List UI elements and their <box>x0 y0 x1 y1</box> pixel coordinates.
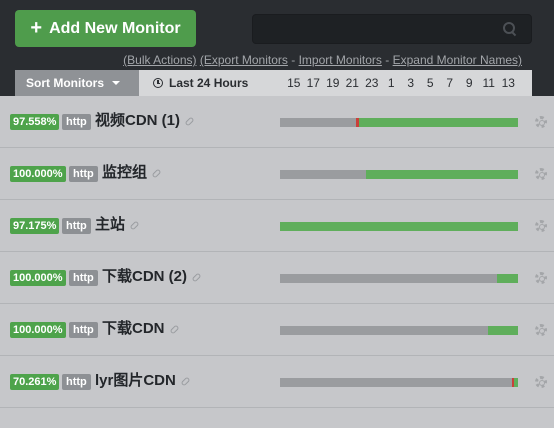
uptime-bar[interactable] <box>280 378 518 387</box>
expand-monitor-names-link[interactable]: Expand Monitor Names) <box>393 53 522 67</box>
hour-label: 9 <box>465 76 473 90</box>
hour-label: 15 <box>287 76 301 90</box>
search-input[interactable] <box>253 15 531 43</box>
monitor-row[interactable]: 70.261% http lyr图片CDN <box>0 356 554 408</box>
uptime-badge: 97.175% <box>10 218 60 234</box>
search-box[interactable] <box>252 14 532 44</box>
uptime-segment-up <box>280 222 518 231</box>
hour-label: 21 <box>345 76 359 90</box>
chevron-down-icon <box>112 81 120 85</box>
sort-monitors-dropdown[interactable]: Sort Monitors <box>15 70 139 96</box>
uptime-badge: 100.000% <box>10 166 66 182</box>
uptime-badge: 100.000% <box>10 270 66 286</box>
export-monitors-link[interactable]: (Export Monitors <box>200 53 288 67</box>
monitor-row[interactable]: 100.000% http 下载CDN <box>0 304 554 356</box>
monitor-name: 下载CDN (2) <box>102 268 187 285</box>
uptime-segment-paused <box>280 378 513 387</box>
uptime-segment-up <box>365 170 518 179</box>
uptime-segment-paused <box>280 274 497 283</box>
uptime-bar[interactable] <box>280 274 518 283</box>
hour-label: 23 <box>365 76 379 90</box>
monitor-name: 下载CDN <box>102 320 165 337</box>
monitor-name: lyr图片CDN <box>95 372 176 389</box>
bulk-actions-link[interactable]: (Bulk Actions) <box>123 53 196 67</box>
gear-icon[interactable] <box>535 272 547 284</box>
link-icon[interactable] <box>181 376 190 385</box>
monitor-name: 主站 <box>95 216 126 233</box>
monitor-name-link[interactable]: 监控组 <box>102 163 161 183</box>
time-range: Last 24 Hours <box>153 70 248 96</box>
monitor-name-link[interactable]: lyr图片CDN <box>95 371 190 391</box>
gear-icon[interactable] <box>535 376 547 388</box>
time-range-label: Last 24 Hours <box>169 76 249 90</box>
monitor-type-badge: http <box>62 374 91 390</box>
hour-axis: 15 17 19 21 23 1 3 5 7 9 11 13 <box>284 70 518 96</box>
monitor-name: 视频CDN (1) <box>95 112 180 129</box>
monitor-actions-links: (Bulk Actions) (Export Monitors - Import… <box>123 53 522 67</box>
hour-label: 1 <box>387 76 395 90</box>
hour-label: 17 <box>306 76 320 90</box>
gear-icon[interactable] <box>535 168 547 180</box>
monitor-row[interactable]: 97.175% http 主站 <box>0 200 554 252</box>
monitor-name: 监控组 <box>102 164 148 181</box>
uptime-bar[interactable] <box>280 118 518 127</box>
uptime-segment-up <box>496 274 518 283</box>
gear-icon[interactable] <box>535 324 547 336</box>
uptime-segment-up <box>488 326 518 335</box>
uptime-badge: 70.261% <box>10 374 60 390</box>
add-new-monitor-label: Add New Monitor <box>49 19 181 37</box>
uptime-bar[interactable] <box>280 170 518 179</box>
uptime-segment-up <box>358 118 518 127</box>
monitor-name-link[interactable]: 下载CDN (2) <box>102 267 201 287</box>
link-icon[interactable] <box>152 168 161 177</box>
gear-icon[interactable] <box>535 220 547 232</box>
uptime-segment-paused <box>280 118 357 127</box>
monitor-row[interactable]: 97.558% http 视频CDN (1) <box>0 96 554 148</box>
hour-label: 13 <box>501 76 515 90</box>
gear-icon[interactable] <box>535 116 547 128</box>
list-toolbar: Sort Monitors Last 24 Hours 15 17 19 21 23 1 3… <box>15 70 532 96</box>
link-icon[interactable] <box>185 116 194 125</box>
sort-monitors-label: Sort Monitors <box>26 76 104 90</box>
hour-label: 11 <box>482 76 495 90</box>
search-icon[interactable] <box>503 22 517 36</box>
link-icon[interactable] <box>192 272 201 281</box>
monitor-row[interactable]: 100.000% http 下载CDN (2) <box>0 252 554 304</box>
monitor-name-link[interactable]: 视频CDN (1) <box>95 111 194 131</box>
monitor-name-link[interactable]: 下载CDN <box>102 319 179 339</box>
uptime-badge: 100.000% <box>10 322 66 338</box>
uptime-segment-up <box>514 378 518 387</box>
monitor-type-badge: http <box>62 218 91 234</box>
import-monitors-link[interactable]: Import Monitors <box>299 53 382 67</box>
hour-label: 3 <box>407 76 415 90</box>
uptime-bar[interactable] <box>280 326 518 335</box>
uptime-bar[interactable] <box>280 222 518 231</box>
uptime-segment-paused <box>280 326 489 335</box>
monitor-list: 97.558% http 视频CDN (1) 100.000% http 监控组 97.17… <box>0 96 554 428</box>
monitor-name-link[interactable]: 主站 <box>95 215 139 235</box>
monitor-type-badge: http <box>69 270 98 286</box>
clock-icon <box>153 78 163 88</box>
hour-label: 19 <box>326 76 340 90</box>
link-icon[interactable] <box>130 220 139 229</box>
hour-label: 5 <box>426 76 434 90</box>
add-new-monitor-button[interactable]: + Add New Monitor <box>15 10 196 47</box>
uptime-badge: 97.558% <box>10 114 60 130</box>
hour-label: 7 <box>446 76 454 90</box>
monitor-type-badge: http <box>69 322 98 338</box>
link-icon[interactable] <box>170 324 179 333</box>
uptime-segment-paused <box>280 170 366 179</box>
monitor-type-badge: http <box>69 166 98 182</box>
monitor-type-badge: http <box>62 114 91 130</box>
monitor-row[interactable]: 100.000% http 监控组 <box>0 148 554 200</box>
plus-icon: + <box>30 16 43 39</box>
